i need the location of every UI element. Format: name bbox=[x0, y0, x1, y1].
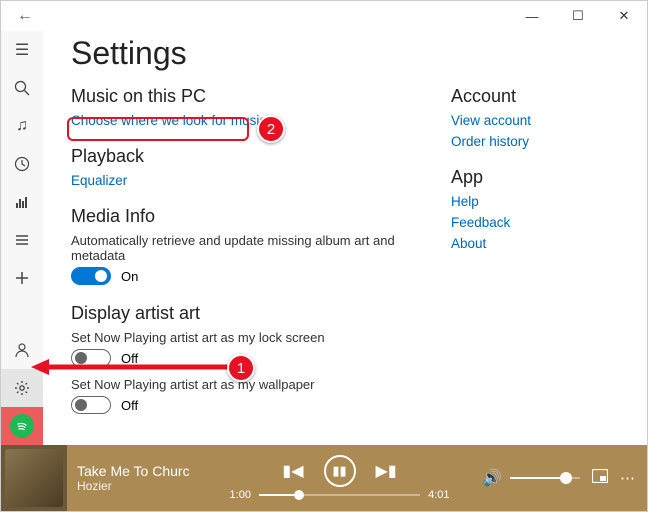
mediainfo-desc: Automatically retrieve and update missin… bbox=[71, 233, 411, 263]
time-current: 1:00 bbox=[230, 489, 251, 501]
back-button[interactable]: ← bbox=[9, 1, 41, 31]
spotify-icon[interactable] bbox=[1, 407, 43, 445]
choose-music-location-link[interactable]: Choose where we look for music bbox=[71, 113, 411, 128]
view-account-link[interactable]: View account bbox=[451, 113, 601, 128]
section-account-heading: Account bbox=[451, 86, 601, 107]
lockscreen-toggle-label: Off bbox=[121, 351, 138, 366]
section-artistart-heading: Display artist art bbox=[71, 303, 411, 324]
equalizer-link[interactable]: Equalizer bbox=[71, 173, 411, 188]
main-content: Settings Music on this PC Choose where w… bbox=[43, 31, 647, 445]
track-info[interactable]: Take Me To Churc Hozier bbox=[77, 463, 207, 493]
album-art[interactable] bbox=[1, 445, 67, 511]
music-icon[interactable]: ♫ bbox=[1, 107, 43, 145]
title-bar: ← — ☐ ✕ bbox=[1, 1, 647, 31]
help-link[interactable]: Help bbox=[451, 194, 601, 209]
maximize-button[interactable]: ☐ bbox=[555, 1, 601, 31]
playlists-icon[interactable] bbox=[1, 221, 43, 259]
hamburger-icon[interactable]: ☰ bbox=[1, 31, 43, 69]
miniplayer-icon[interactable] bbox=[592, 469, 608, 487]
track-artist: Hozier bbox=[77, 479, 207, 493]
prev-button[interactable]: ▮◀ bbox=[282, 461, 303, 481]
progress-bar[interactable] bbox=[259, 494, 420, 496]
more-icon[interactable]: ⋯ bbox=[620, 469, 635, 487]
order-history-link[interactable]: Order history bbox=[451, 134, 601, 149]
callout-badge-1: 1 bbox=[227, 354, 255, 382]
volume-slider[interactable] bbox=[510, 477, 580, 479]
lockscreen-toggle[interactable] bbox=[71, 349, 111, 367]
sidebar: ☰ ♫ bbox=[1, 31, 43, 445]
track-title: Take Me To Churc bbox=[77, 463, 207, 479]
wallpaper-toggle-label: Off bbox=[121, 398, 138, 413]
section-mediainfo-heading: Media Info bbox=[71, 206, 411, 227]
next-button[interactable]: ▶▮ bbox=[376, 461, 397, 481]
section-playback-heading: Playback bbox=[71, 146, 411, 167]
recent-icon[interactable] bbox=[1, 145, 43, 183]
section-app-heading: App bbox=[451, 167, 601, 188]
close-button[interactable]: ✕ bbox=[601, 1, 647, 31]
account-icon[interactable] bbox=[1, 331, 43, 369]
search-icon[interactable] bbox=[1, 69, 43, 107]
time-total: 4:01 bbox=[428, 489, 449, 501]
page-title: Settings bbox=[71, 35, 619, 72]
play-pause-button[interactable]: ▮▮ bbox=[324, 455, 356, 487]
about-link[interactable]: About bbox=[451, 236, 601, 251]
callout-badge-2: 2 bbox=[257, 115, 285, 143]
player-bar: Take Me To Churc Hozier ▮◀ ▮▮ ▶▮ 1:00 4:… bbox=[1, 445, 647, 511]
feedback-link[interactable]: Feedback bbox=[451, 215, 601, 230]
now-playing-icon[interactable] bbox=[1, 183, 43, 221]
artistart-lockscreen-desc: Set Now Playing artist art as my lock sc… bbox=[71, 330, 411, 345]
transport-controls: ▮◀ ▮▮ ▶▮ 1:00 4:01 bbox=[207, 455, 472, 501]
settings-icon[interactable] bbox=[1, 369, 43, 407]
wallpaper-toggle[interactable] bbox=[71, 396, 111, 414]
section-music-heading: Music on this PC bbox=[71, 86, 411, 107]
mediainfo-toggle[interactable] bbox=[71, 267, 111, 285]
volume-icon[interactable]: 🔊 bbox=[482, 468, 502, 488]
minimize-button[interactable]: — bbox=[509, 1, 555, 31]
mediainfo-toggle-label: On bbox=[121, 269, 138, 284]
add-icon[interactable] bbox=[1, 259, 43, 297]
window-controls: — ☐ ✕ bbox=[509, 1, 647, 31]
